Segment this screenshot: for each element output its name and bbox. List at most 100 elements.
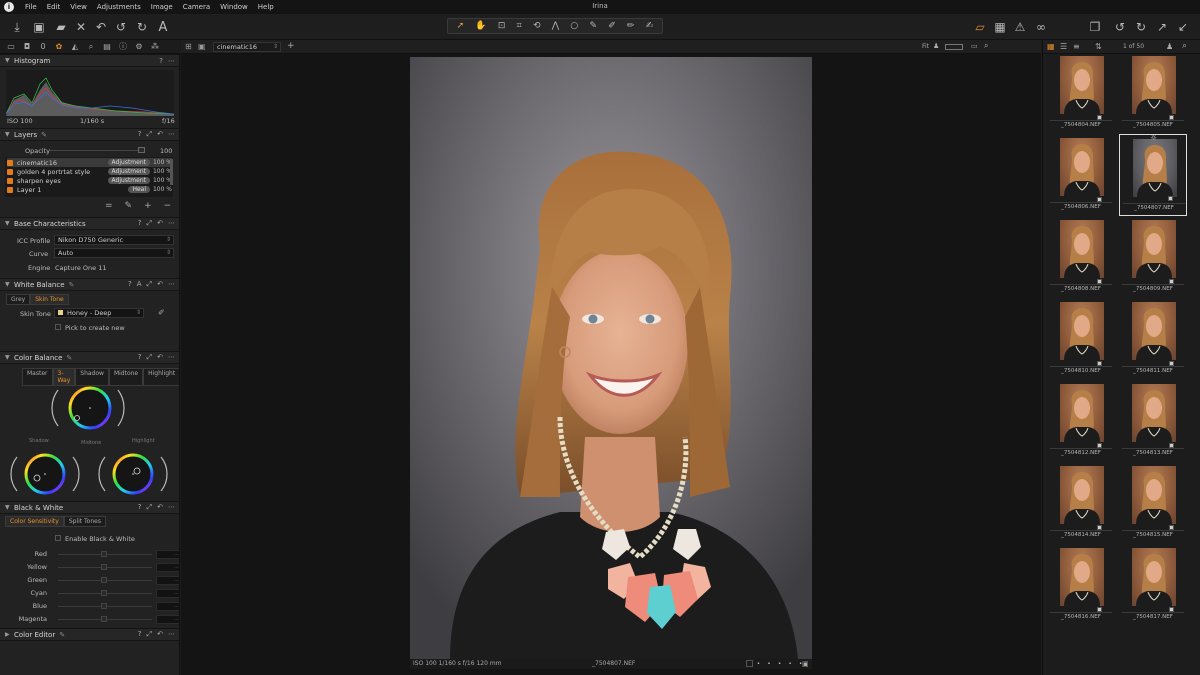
- menu-view[interactable]: View: [65, 3, 92, 11]
- expand-icon[interactable]: ⤢: [147, 219, 153, 228]
- bw-slider-knob[interactable]: [101, 616, 107, 622]
- bw-slider-knob[interactable]: [101, 577, 107, 583]
- pick-checkbox[interactable]: [55, 324, 61, 330]
- reset-icon[interactable]: ↶: [157, 219, 163, 228]
- delete-icon[interactable]: ✕: [72, 18, 90, 36]
- bw-value-box[interactable]: …: [156, 602, 179, 611]
- zoom-fit-label[interactable]: Fit: [922, 43, 929, 50]
- brush-icon[interactable]: ✎: [125, 201, 133, 211]
- color-editor-header[interactable]: ▶ Color Editor ✎ ? ⤢ ↶ ⋯: [0, 628, 179, 641]
- menu-window[interactable]: Window: [215, 3, 253, 11]
- single-view-icon[interactable]: ▣: [198, 42, 206, 51]
- thumbnail[interactable]: _7504815.NEF: [1119, 462, 1187, 544]
- highlight-wheel[interactable]: [98, 453, 168, 495]
- person-icon[interactable]: ♟: [933, 42, 939, 50]
- reset-icon[interactable]: ↶: [157, 353, 163, 362]
- rotate-right-icon[interactable]: ↻: [1132, 18, 1150, 36]
- collapse-arrow-icon[interactable]: ▼: [5, 220, 14, 227]
- midtone-wheel[interactable]: [51, 386, 125, 430]
- add-variant-icon[interactable]: +: [287, 41, 295, 51]
- thumbnail[interactable]: _7504813.NEF: [1119, 380, 1187, 462]
- tab-color-sensitivity[interactable]: Color Sensitivity: [5, 516, 64, 527]
- menu-file[interactable]: File: [20, 3, 42, 11]
- eraser-icon[interactable]: ✐: [608, 21, 616, 31]
- layers-header[interactable]: ▼ Layers ✎ ? ⤢ ↶ ⋯: [0, 128, 179, 141]
- layer-checkbox[interactable]: [7, 186, 13, 193]
- remove-layer-icon[interactable]: −: [164, 201, 172, 211]
- thumbnail[interactable]: _7504816.NEF: [1047, 544, 1115, 626]
- proof-icon[interactable]: [746, 660, 753, 667]
- loupe-icon[interactable]: ⊡: [498, 21, 506, 31]
- undo-all-icon[interactable]: ↶: [92, 18, 110, 36]
- exposure-tab-icon[interactable]: ◭: [67, 42, 83, 51]
- eyedropper-icon[interactable]: ✐: [158, 308, 165, 317]
- main-photo[interactable]: [410, 57, 812, 659]
- color-tag-icon[interactable]: ▣: [802, 659, 809, 669]
- bw-value-box[interactable]: …: [156, 615, 179, 624]
- edit-mode-icon[interactable]: ▱: [971, 18, 989, 36]
- metadata-tab-icon[interactable]: ⓘ: [115, 41, 131, 52]
- menu-camera[interactable]: Camera: [178, 3, 215, 11]
- adjustments-tab-icon[interactable]: ▤: [99, 42, 115, 51]
- proof-glasses-icon[interactable]: ∞: [1032, 18, 1050, 36]
- menu-edit[interactable]: Edit: [42, 3, 66, 11]
- thumbnail[interactable]: _7504808.NEF: [1047, 216, 1115, 298]
- grid-view-icon[interactable]: ⊞: [185, 42, 192, 51]
- output-tab-icon[interactable]: ⚙: [131, 42, 147, 51]
- bw-value-box[interactable]: …: [156, 589, 179, 598]
- thumbnail[interactable]: ☼ _7504807.NEF: [1119, 133, 1187, 216]
- enable-bw-checkbox[interactable]: [55, 535, 61, 541]
- lens-tab-icon[interactable]: 0: [35, 42, 51, 51]
- copy-icon[interactable]: ❐: [1086, 18, 1104, 36]
- color-balance-header[interactable]: ▼ Color Balance ✎ ? ⤢ ↶ ⋯: [0, 351, 179, 364]
- merge-icon[interactable]: =: [105, 201, 113, 211]
- capture-tab-icon[interactable]: ◘: [19, 42, 35, 51]
- opacity-slider[interactable]: [50, 150, 145, 151]
- collapse-arrow-icon[interactable]: ▼: [5, 354, 14, 361]
- opacity-slider-knob[interactable]: [138, 147, 145, 153]
- library-tab-icon[interactable]: ▭: [3, 42, 19, 51]
- more-icon[interactable]: ⋯: [168, 219, 175, 228]
- expand-arrow-icon[interactable]: ▶: [5, 631, 14, 638]
- curve-select[interactable]: Auto ⇕: [54, 248, 174, 258]
- crop-icon[interactable]: ⌗: [517, 21, 522, 31]
- collapse-arrow-icon[interactable]: ▼: [5, 504, 14, 511]
- help-icon[interactable]: ?: [128, 280, 132, 289]
- thumbnail[interactable]: _7504804.NEF: [1047, 52, 1115, 134]
- grid-overlay-icon[interactable]: ▦: [991, 18, 1009, 36]
- keystone-icon[interactable]: ⋀: [552, 21, 559, 31]
- bw-value-box[interactable]: …: [156, 550, 179, 559]
- bw-value-box[interactable]: …: [156, 563, 179, 572]
- opacity-value[interactable]: 100: [160, 147, 172, 155]
- grid-browse-icon[interactable]: ▦: [1047, 42, 1055, 51]
- collapse-arrow-icon[interactable]: ▼: [5, 57, 14, 64]
- annotate-icon[interactable]: ✍: [646, 21, 654, 31]
- redo-icon[interactable]: ↻: [133, 18, 151, 36]
- reset-icon[interactable]: ↶: [157, 130, 163, 139]
- help-icon[interactable]: ?: [138, 630, 142, 639]
- help-icon[interactable]: ?: [138, 219, 142, 228]
- tab-grey[interactable]: Grey: [6, 294, 31, 305]
- more-icon[interactable]: ⋯: [168, 353, 175, 362]
- shadow-wheel[interactable]: [10, 453, 80, 495]
- thumbnail[interactable]: _7504812.NEF: [1047, 380, 1115, 462]
- tab-split-tones[interactable]: Split Tones: [63, 516, 106, 527]
- layer-row-golden[interactable]: golden 4 portrtat style Adjustment 100 %: [7, 167, 172, 176]
- more-icon[interactable]: ⋯: [168, 130, 175, 139]
- base-characteristics-header[interactable]: ▼ Base Characteristics ? ⤢ ↶ ⋯: [0, 217, 179, 230]
- layer-checkbox[interactable]: [7, 159, 13, 166]
- menu-help[interactable]: Help: [253, 3, 279, 11]
- help-icon[interactable]: ?: [138, 353, 142, 362]
- rotate-tool-icon[interactable]: ⟲: [533, 21, 541, 31]
- expand-icon[interactable]: ⤢: [147, 280, 153, 289]
- expand-icon[interactable]: ⤢: [147, 130, 153, 139]
- collapse-arrow-icon[interactable]: ▼: [5, 131, 14, 138]
- reset-icon[interactable]: ↶: [157, 280, 163, 289]
- pan-hand-icon[interactable]: ✋: [475, 21, 486, 31]
- expand-icon[interactable]: ⤢: [147, 353, 153, 362]
- help-icon[interactable]: ?: [159, 57, 163, 65]
- folder-icon[interactable]: ▰: [52, 18, 70, 36]
- camera-icon[interactable]: ▣: [30, 18, 48, 36]
- more-icon[interactable]: ⋯: [168, 57, 175, 65]
- more-icon[interactable]: ⋯: [168, 630, 175, 639]
